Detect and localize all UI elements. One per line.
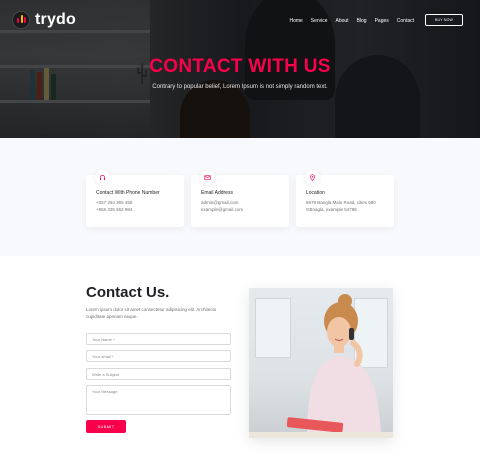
logo[interactable]: trydo	[12, 11, 76, 29]
submit-button[interactable]: SUBMIT	[86, 420, 126, 433]
nav-item-service[interactable]: Service	[311, 18, 328, 24]
message-textarea[interactable]: Your Message	[86, 385, 231, 415]
location-pin-icon	[305, 170, 320, 185]
info-card-location: Location 5678 Bangla Main Road, cities 5…	[296, 170, 394, 227]
email-address[interactable]: admin@gmail.com	[201, 200, 238, 205]
main-nav: Home Service About Blog Pages Contact	[289, 18, 414, 24]
name-input[interactable]: Your Name *	[86, 333, 231, 345]
info-card-title: Location	[306, 190, 325, 196]
phone-number[interactable]: +856 325 652 984	[96, 207, 132, 212]
logo-icon	[12, 11, 30, 29]
nav-item-about[interactable]: About	[335, 18, 348, 24]
nav-item-home[interactable]: Home	[289, 18, 302, 24]
nav-item-contact[interactable]: Contact	[397, 18, 414, 24]
email-address[interactable]: example@gmail.com	[201, 207, 243, 212]
email-input[interactable]: Your email *	[86, 350, 231, 362]
nav-item-blog[interactable]: Blog	[357, 18, 367, 24]
address-line: GBnagla, example 54786	[306, 207, 357, 212]
woman-on-phone-illustration	[249, 294, 393, 438]
headphones-icon	[95, 170, 110, 185]
info-card-email: Email Address admin@gmail.com example@gm…	[191, 170, 289, 227]
mail-icon	[200, 170, 215, 185]
phone-number[interactable]: +057 254 365 456	[96, 200, 132, 205]
info-card-title: Email Address	[201, 190, 233, 196]
nav-item-pages[interactable]: Pages	[375, 18, 389, 24]
contact-photo	[249, 288, 393, 438]
logo-text: trydo	[35, 11, 76, 28]
hero-subtitle: Contrary to popular belief, Lorem Ipsum …	[152, 84, 328, 90]
address-line: 5678 Bangla Main Road, cities 580	[306, 200, 376, 205]
info-card-title: Contact With Phone Number	[96, 190, 160, 196]
hero-banner: trydo Home Service About Blog Pages Cont…	[0, 0, 480, 138]
contact-title: Contact Us.	[86, 284, 170, 301]
subject-input[interactable]: Write a Subject	[86, 368, 231, 380]
hero-title: CONTACT WITH US	[149, 56, 331, 77]
contact-description: Lorem ipsum dolor sit amet consectetur a…	[86, 307, 217, 319]
buy-now-button[interactable]: BUY NOW	[425, 14, 463, 26]
info-card-phone: Contact With Phone Number +057 254 365 4…	[86, 170, 184, 227]
